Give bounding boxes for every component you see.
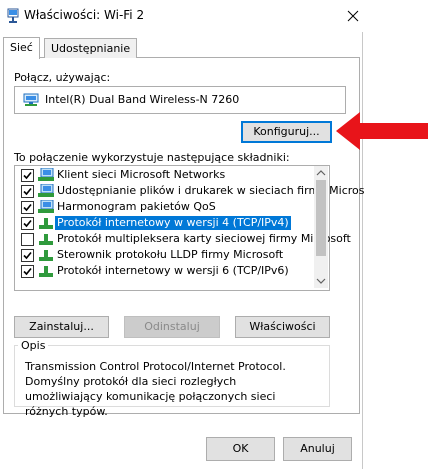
tab-sharing[interactable]: Udostępnianie	[44, 38, 138, 58]
service-icon	[38, 183, 54, 198]
close-button[interactable]	[330, 0, 376, 32]
list-item[interactable]: Harmonogram pakietów QoS	[15, 199, 314, 215]
list-item[interactable]: Klient sieci Microsoft Networks	[15, 167, 314, 183]
checkbox[interactable]	[21, 249, 34, 262]
checkbox[interactable]	[21, 265, 34, 278]
list-item[interactable]: Udostępnianie plików i drukarek w siecia…	[15, 183, 365, 199]
description-title: Opis	[18, 339, 49, 352]
scroll-up-icon[interactable]	[314, 166, 328, 180]
properties-button[interactable]: Właściwości	[235, 316, 330, 338]
service-icon	[38, 199, 54, 214]
list-item-label: Protokół internetowy w wersji 4 (TCP/IPv…	[55, 216, 291, 230]
protocol-icon	[38, 264, 54, 278]
network-adapter-icon	[23, 93, 39, 107]
adapter-name: Intel(R) Dual Band Wireless-N 7260	[45, 93, 240, 106]
list-item[interactable]: Protokół internetowy w wersji 6 (TCP/IPv…	[15, 263, 314, 279]
arrow-left-icon	[334, 110, 428, 152]
network-icon	[6, 8, 20, 24]
protocol-icon	[38, 216, 54, 230]
window-title: Właściwości: Wi-Fi 2	[24, 8, 145, 22]
components-label: To połączenie wykorzystuje następujące s…	[14, 151, 290, 164]
list-item[interactable]: Protokół multipleksera karty sieciowej f…	[15, 231, 351, 247]
list-item-label: Sterownik protokołu LLDP firmy Microsoft	[57, 248, 284, 261]
connect-using-label: Połącz, używając:	[14, 71, 111, 84]
list-item[interactable]: Sterownik protokołu LLDP firmy Microsoft	[15, 247, 314, 263]
ok-button[interactable]: OK	[206, 437, 275, 461]
checkbox[interactable]	[21, 185, 34, 198]
uninstall-button: Odinstaluj	[124, 316, 220, 338]
client-icon	[38, 167, 54, 182]
checkbox[interactable]	[21, 201, 34, 214]
checkbox[interactable]	[21, 233, 34, 246]
scroll-down-icon[interactable]	[314, 274, 328, 288]
close-icon	[347, 10, 359, 22]
checkbox[interactable]	[21, 169, 34, 182]
protocol-icon	[38, 248, 54, 262]
cancel-button[interactable]: Anuluj	[283, 437, 352, 461]
configure-button[interactable]: Konfiguruj...	[241, 121, 332, 143]
list-item-label: Protokół multipleksera karty sieciowej f…	[57, 232, 351, 245]
window-border	[362, 32, 363, 469]
list-item-label: Klient sieci Microsoft Networks	[57, 168, 226, 181]
list-item-selected[interactable]: Protokół internetowy w wersji 4 (TCP/IPv…	[15, 215, 314, 231]
protocol-icon	[38, 232, 54, 246]
scroll-thumb[interactable]	[316, 180, 326, 256]
list-item-label: Protokół internetowy w wersji 6 (TCP/IPv…	[57, 264, 289, 277]
description-text: Transmission Control Protocol/Internet P…	[25, 360, 286, 418]
install-button[interactable]: Zainstaluj...	[14, 316, 109, 338]
list-item-label: Harmonogram pakietów QoS	[57, 200, 216, 213]
tab-network[interactable]: Sieć	[3, 37, 40, 59]
checkbox[interactable]	[21, 217, 34, 230]
